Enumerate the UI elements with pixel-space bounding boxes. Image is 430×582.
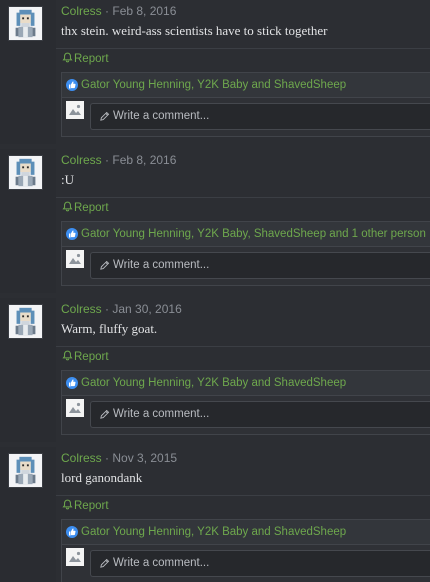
report-link[interactable]: Report [62, 52, 109, 65]
report-label: Report [74, 202, 109, 214]
post-meta: Colress · Feb 8, 2016 [61, 153, 176, 167]
post-date-link[interactable]: Feb 8, 2016 [112, 4, 176, 18]
comment-box: Write a comment... [61, 545, 430, 582]
post-meta: Colress · Feb 8, 2016 [61, 4, 176, 18]
post-message: Warm, fluffy goat. [61, 321, 158, 336]
bell-icon [62, 499, 73, 510]
likes-text-link[interactable]: Gator Young Henning, Y2K Baby and Shaved… [81, 526, 346, 538]
author-avatar[interactable] [8, 6, 43, 41]
comment-placeholder: Write a comment... [113, 259, 210, 271]
post-message: :U [61, 172, 74, 187]
bell-icon [62, 350, 73, 361]
pixel-character-avatar-icon [9, 156, 42, 189]
viewer-avatar-icon [66, 101, 84, 119]
post-date-link[interactable]: Nov 3, 2015 [112, 451, 177, 465]
author-avatar[interactable] [8, 304, 43, 339]
author-avatar[interactable] [8, 453, 43, 488]
viewer-avatar [66, 250, 84, 268]
comment-input[interactable]: Write a comment... [90, 550, 430, 577]
pixel-character-avatar-icon [9, 305, 42, 338]
report-label: Report [74, 351, 109, 363]
author-name-link[interactable]: Colress [61, 302, 102, 316]
comment-box: Write a comment... [61, 98, 430, 137]
likes-text-link[interactable]: Gator Young Henning, Y2K Baby and Shaved… [81, 79, 346, 91]
post-message: thx stein. weird-ass scientists have to … [61, 23, 328, 38]
post-meta: Colress · Nov 3, 2015 [61, 451, 177, 465]
post-date-link[interactable]: Jan 30, 2016 [112, 302, 181, 316]
meta-separator: · [101, 153, 113, 167]
report-label: Report [74, 500, 109, 512]
profile-post: Colress · Jan 30, 2016 Warm, fluffy goat… [0, 298, 430, 442]
thumbs-up-icon [66, 228, 78, 240]
likes-summary[interactable]: Gator Young Henning, Y2K Baby and Shaved… [61, 519, 430, 545]
likes-summary[interactable]: Gator Young Henning, Y2K Baby and Shaved… [61, 370, 430, 396]
thumbs-up-icon [66, 526, 78, 538]
author-name-link[interactable]: Colress [61, 153, 102, 167]
pixel-character-avatar-icon [9, 7, 42, 40]
comment-input[interactable]: Write a comment... [90, 103, 430, 130]
pixel-character-avatar-icon [9, 454, 42, 487]
divider [56, 197, 430, 198]
divider [56, 346, 430, 347]
meta-separator: · [101, 302, 113, 316]
likes-summary[interactable]: Gator Young Henning, Y2K Baby and Shaved… [61, 72, 430, 98]
thumbs-up-icon [66, 79, 78, 91]
likes-text-link[interactable]: Gator Young Henning, Y2K Baby, ShavedShe… [81, 228, 426, 240]
profile-post: Colress · Feb 8, 2016 :U Report Gator Yo… [0, 149, 430, 293]
comment-input[interactable]: Write a comment... [90, 252, 430, 279]
comment-placeholder: Write a comment... [113, 557, 210, 569]
bell-icon [62, 52, 73, 63]
viewer-avatar-icon [66, 250, 84, 268]
report-link[interactable]: Report [62, 350, 109, 363]
profile-post: Colress · Nov 3, 2015 lord ganondank Rep… [0, 447, 430, 582]
viewer-avatar [66, 399, 84, 417]
viewer-avatar [66, 548, 84, 566]
pencil-icon [100, 111, 110, 121]
author-avatar[interactable] [8, 155, 43, 190]
comment-box: Write a comment... [61, 247, 430, 286]
author-name-link[interactable]: Colress [61, 4, 102, 18]
post-meta: Colress · Jan 30, 2016 [61, 302, 182, 316]
meta-separator: · [101, 451, 113, 465]
likes-summary[interactable]: Gator Young Henning, Y2K Baby, ShavedShe… [61, 221, 430, 247]
meta-separator: · [101, 4, 113, 18]
post-date-link[interactable]: Feb 8, 2016 [112, 153, 176, 167]
report-label: Report [74, 53, 109, 65]
viewer-avatar [66, 101, 84, 119]
comment-placeholder: Write a comment... [113, 110, 210, 122]
post-message: lord ganondank [61, 470, 143, 485]
profile-post-feed: Colress · Feb 8, 2016 thx stein. weird-a… [0, 0, 430, 582]
bell-icon [62, 201, 73, 212]
pencil-icon [100, 409, 110, 419]
divider [56, 48, 430, 49]
report-link[interactable]: Report [62, 499, 109, 512]
viewer-avatar-icon [66, 548, 84, 566]
thumbs-up-icon [66, 377, 78, 389]
pencil-icon [100, 260, 110, 270]
comment-placeholder: Write a comment... [113, 408, 210, 420]
divider [56, 495, 430, 496]
report-link[interactable]: Report [62, 201, 109, 214]
likes-text-link[interactable]: Gator Young Henning, Y2K Baby and Shaved… [81, 377, 346, 389]
profile-post: Colress · Feb 8, 2016 thx stein. weird-a… [0, 0, 430, 144]
pencil-icon [100, 558, 110, 568]
author-name-link[interactable]: Colress [61, 451, 102, 465]
comment-input[interactable]: Write a comment... [90, 401, 430, 428]
comment-box: Write a comment... [61, 396, 430, 435]
viewer-avatar-icon [66, 399, 84, 417]
